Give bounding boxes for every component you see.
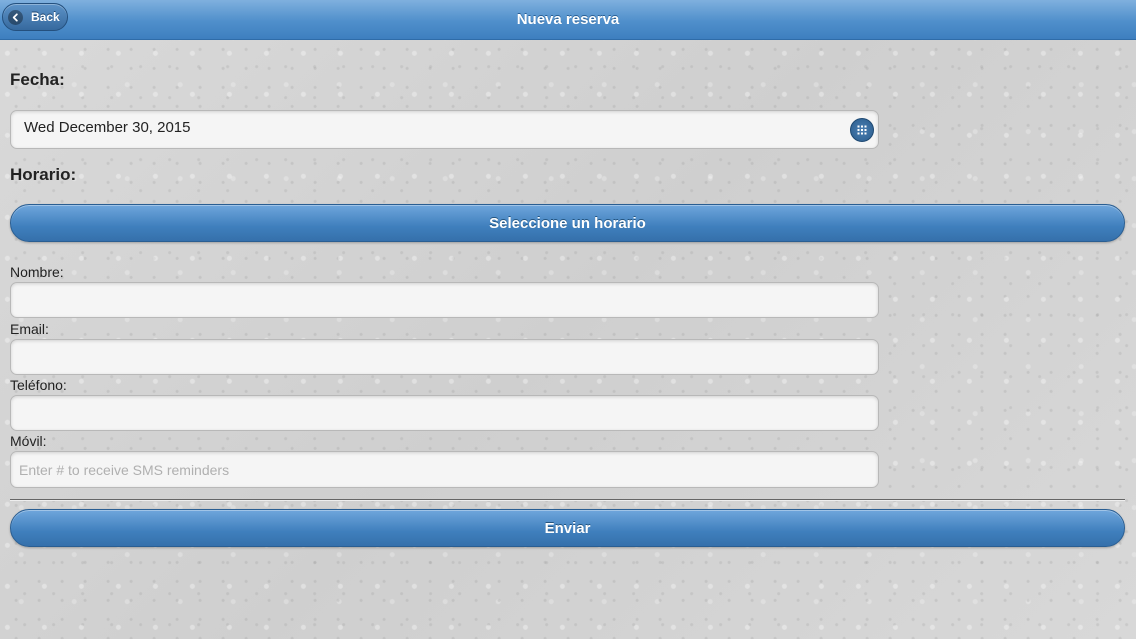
- movil-input[interactable]: [10, 451, 879, 488]
- email-input[interactable]: [10, 339, 879, 375]
- nombre-label: Nombre:: [10, 264, 64, 280]
- calendar-icon[interactable]: [850, 118, 874, 142]
- nombre-input[interactable]: [10, 282, 879, 318]
- date-value: Wed December 30, 2015: [24, 118, 191, 136]
- telefono-input[interactable]: [10, 395, 879, 431]
- movil-label: Móvil:: [10, 433, 47, 449]
- email-label: Email:: [10, 321, 49, 337]
- submit-button[interactable]: Enviar: [10, 509, 1125, 547]
- page-title: Nueva reserva: [516, 11, 620, 28]
- date-picker-field[interactable]: Wed December 30, 2015: [10, 110, 879, 149]
- chevron-left-icon: [8, 9, 23, 25]
- telefono-label: Teléfono:: [10, 377, 67, 393]
- fecha-label: Fecha:: [10, 70, 65, 89]
- select-schedule-button[interactable]: Seleccione un horario: [10, 204, 1125, 242]
- header-bar: Back Nueva reserva: [0, 0, 1136, 40]
- form-divider: [10, 499, 1125, 501]
- back-button[interactable]: Back: [2, 3, 68, 31]
- back-label: Back: [31, 10, 60, 24]
- horario-label: Horario:: [10, 165, 77, 184]
